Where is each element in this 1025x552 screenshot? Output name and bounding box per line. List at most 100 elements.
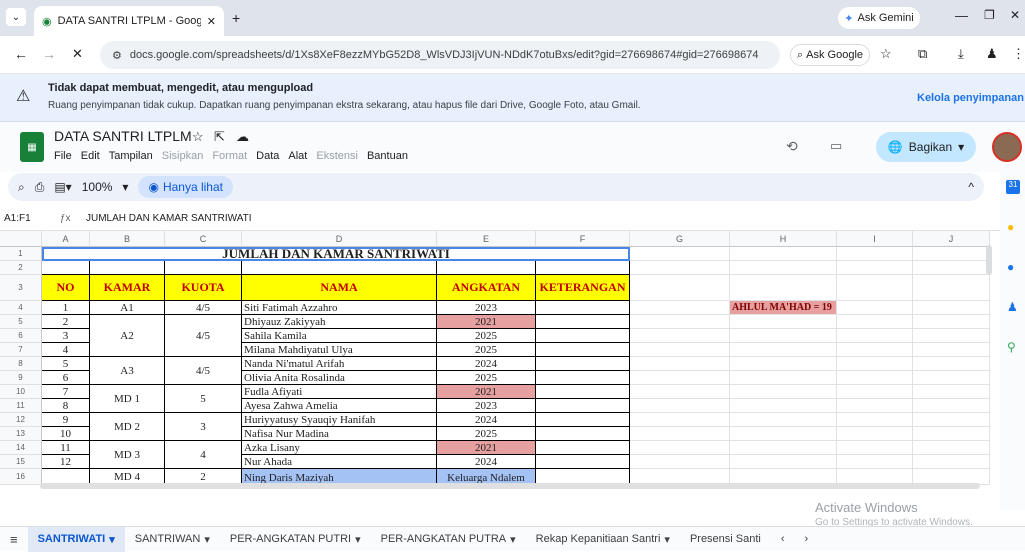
grid-cell[interactable] [913,441,990,455]
all-sheets-icon[interactable]: ≡ [0,527,28,552]
table-cell[interactable] [90,261,165,275]
grid-cell[interactable] [730,427,837,441]
grid-cell[interactable] [913,275,990,301]
nama-cell[interactable]: Fudla Afiyati [242,385,437,399]
grid-cell[interactable] [630,441,730,455]
nama-cell[interactable]: Azka Lisany [242,441,437,455]
grid-cell[interactable] [730,357,837,371]
url-field[interactable]: ⚙ docs.google.com/spreadsheets/d/1Xs8XeF… [100,41,780,69]
sheet-tab-santriwan[interactable]: SANTRIWAN ▾ [125,527,220,552]
grid-cell[interactable] [837,427,913,441]
grid-cell[interactable] [913,357,990,371]
grid-cell[interactable] [913,329,990,343]
grid-cell[interactable] [730,413,837,427]
menu-edit[interactable]: Edit [81,150,100,162]
column-title[interactable]: ANGKATAN [437,275,536,301]
tab-search-icon[interactable]: ⌄ [6,8,26,26]
download-icon[interactable]: ⤓ [958,46,964,62]
angkatan-cell[interactable]: 2024 [437,357,536,371]
grid-cell[interactable] [837,357,913,371]
angkatan-cell[interactable]: 2025 [437,329,536,343]
row-header[interactable]: 15 [0,455,42,469]
grid-cell[interactable] [913,343,990,357]
sheet-title[interactable]: JUMLAH DAN KAMAR SANTRIWATI [42,247,630,261]
angkatan-cell[interactable]: 2025 [437,371,536,385]
column-header[interactable]: J [913,231,990,247]
grid-cell[interactable] [913,413,990,427]
grid-cell[interactable] [630,329,730,343]
row-header[interactable]: 12 [0,413,42,427]
keterangan-cell[interactable] [536,427,630,441]
avatar[interactable] [992,132,1022,162]
no-cell[interactable]: 1 [42,301,90,315]
scroll-right-icon[interactable]: › [795,527,819,552]
row-header[interactable]: 6 [0,329,42,343]
bookmark-star-icon[interactable]: ☆ [880,46,892,62]
table-cell[interactable] [42,261,90,275]
no-cell[interactable]: 3 [42,329,90,343]
kamar-cell[interactable]: A3 [90,357,165,385]
ahlul-mahad-note[interactable]: AHLUL MA'HAD = 19 [730,301,837,315]
row-header[interactable]: 8 [0,357,42,371]
extensions-icon[interactable]: ⧉ [918,46,927,62]
minimize-icon[interactable]: — [955,8,968,23]
grid-cell[interactable] [913,399,990,413]
grid-corner[interactable] [0,231,42,247]
row-header[interactable]: 1 [0,247,42,261]
kamar-cell[interactable]: MD 2 [90,413,165,441]
grid-cell[interactable] [730,275,837,301]
table-cell[interactable] [536,261,630,275]
zoom-dropdown-icon[interactable]: ▾ [122,180,128,194]
angkatan-cell[interactable]: 2025 [437,427,536,441]
contacts-icon[interactable]: ♟ [1007,300,1018,314]
grid-cell[interactable] [837,441,913,455]
kamar-cell[interactable]: A2 [90,315,165,357]
formula-input[interactable]: JUMLAH DAN KAMAR SANTRIWATI [86,213,252,224]
grid-cell[interactable] [630,261,730,275]
nama-cell[interactable]: Huriyyatusy Syauqiy Hanifah [242,413,437,427]
grid-cell[interactable] [837,275,913,301]
spreadsheet-grid[interactable]: A B C D E F G H I J 1 2 3 4 5 6 7 8 9 10 11 12 13 14 15 16 JUMLAH … [0,231,992,521]
history-icon[interactable]: ⟲ [786,138,798,155]
grid-cell[interactable] [837,413,913,427]
column-title[interactable]: NO [42,275,90,301]
grid-cell[interactable] [730,399,837,413]
grid-cell[interactable] [630,343,730,357]
back-icon[interactable]: ← [14,46,28,62]
kuota-cell[interactable]: 5 [165,385,242,413]
column-header[interactable]: E [437,231,536,247]
grid-cell[interactable] [730,455,837,469]
keterangan-cell[interactable] [536,385,630,399]
column-title[interactable]: KAMAR [90,275,165,301]
grid-cell[interactable] [730,343,837,357]
grid-cell[interactable] [913,261,990,275]
manage-storage-link[interactable]: Kelola penyimpanan [917,92,1024,104]
name-box[interactable]: A1:F1 [0,213,60,224]
menu-view[interactable]: Tampilan [109,150,153,162]
nama-cell[interactable]: Siti Fatimah Azzahro [242,301,437,315]
sheets-logo-icon[interactable]: ▦ [20,132,44,162]
column-header[interactable]: G [630,231,730,247]
column-header[interactable]: D [242,231,437,247]
keterangan-cell[interactable] [536,357,630,371]
grid-cell[interactable] [630,371,730,385]
grid-cell[interactable] [730,371,837,385]
zoom-select[interactable]: 100% [82,180,113,194]
row-header[interactable]: 9 [0,371,42,385]
row-header[interactable]: 4 [0,301,42,315]
table-cell[interactable] [165,261,242,275]
kuota-cell[interactable]: 4/5 [165,315,242,357]
menu-insert[interactable]: Sisipkan [162,150,204,162]
nama-cell[interactable]: Ayesa Zahwa Amelia [242,399,437,413]
grid-cell[interactable] [913,455,990,469]
search-icon[interactable]: ⌕ [18,180,25,195]
document-title[interactable]: DATA SANTRI LTPLM [54,128,192,144]
row-header[interactable]: 10 [0,385,42,399]
keterangan-cell[interactable] [536,301,630,315]
angkatan-cell[interactable]: 2024 [437,413,536,427]
row-header[interactable]: 13 [0,427,42,441]
grid-cell[interactable] [730,329,837,343]
kuota-cell[interactable]: 4/5 [165,301,242,315]
stop-icon[interactable]: ✕ [72,46,83,62]
view-only-button[interactable]: ◉ Hanya lihat [138,176,233,198]
